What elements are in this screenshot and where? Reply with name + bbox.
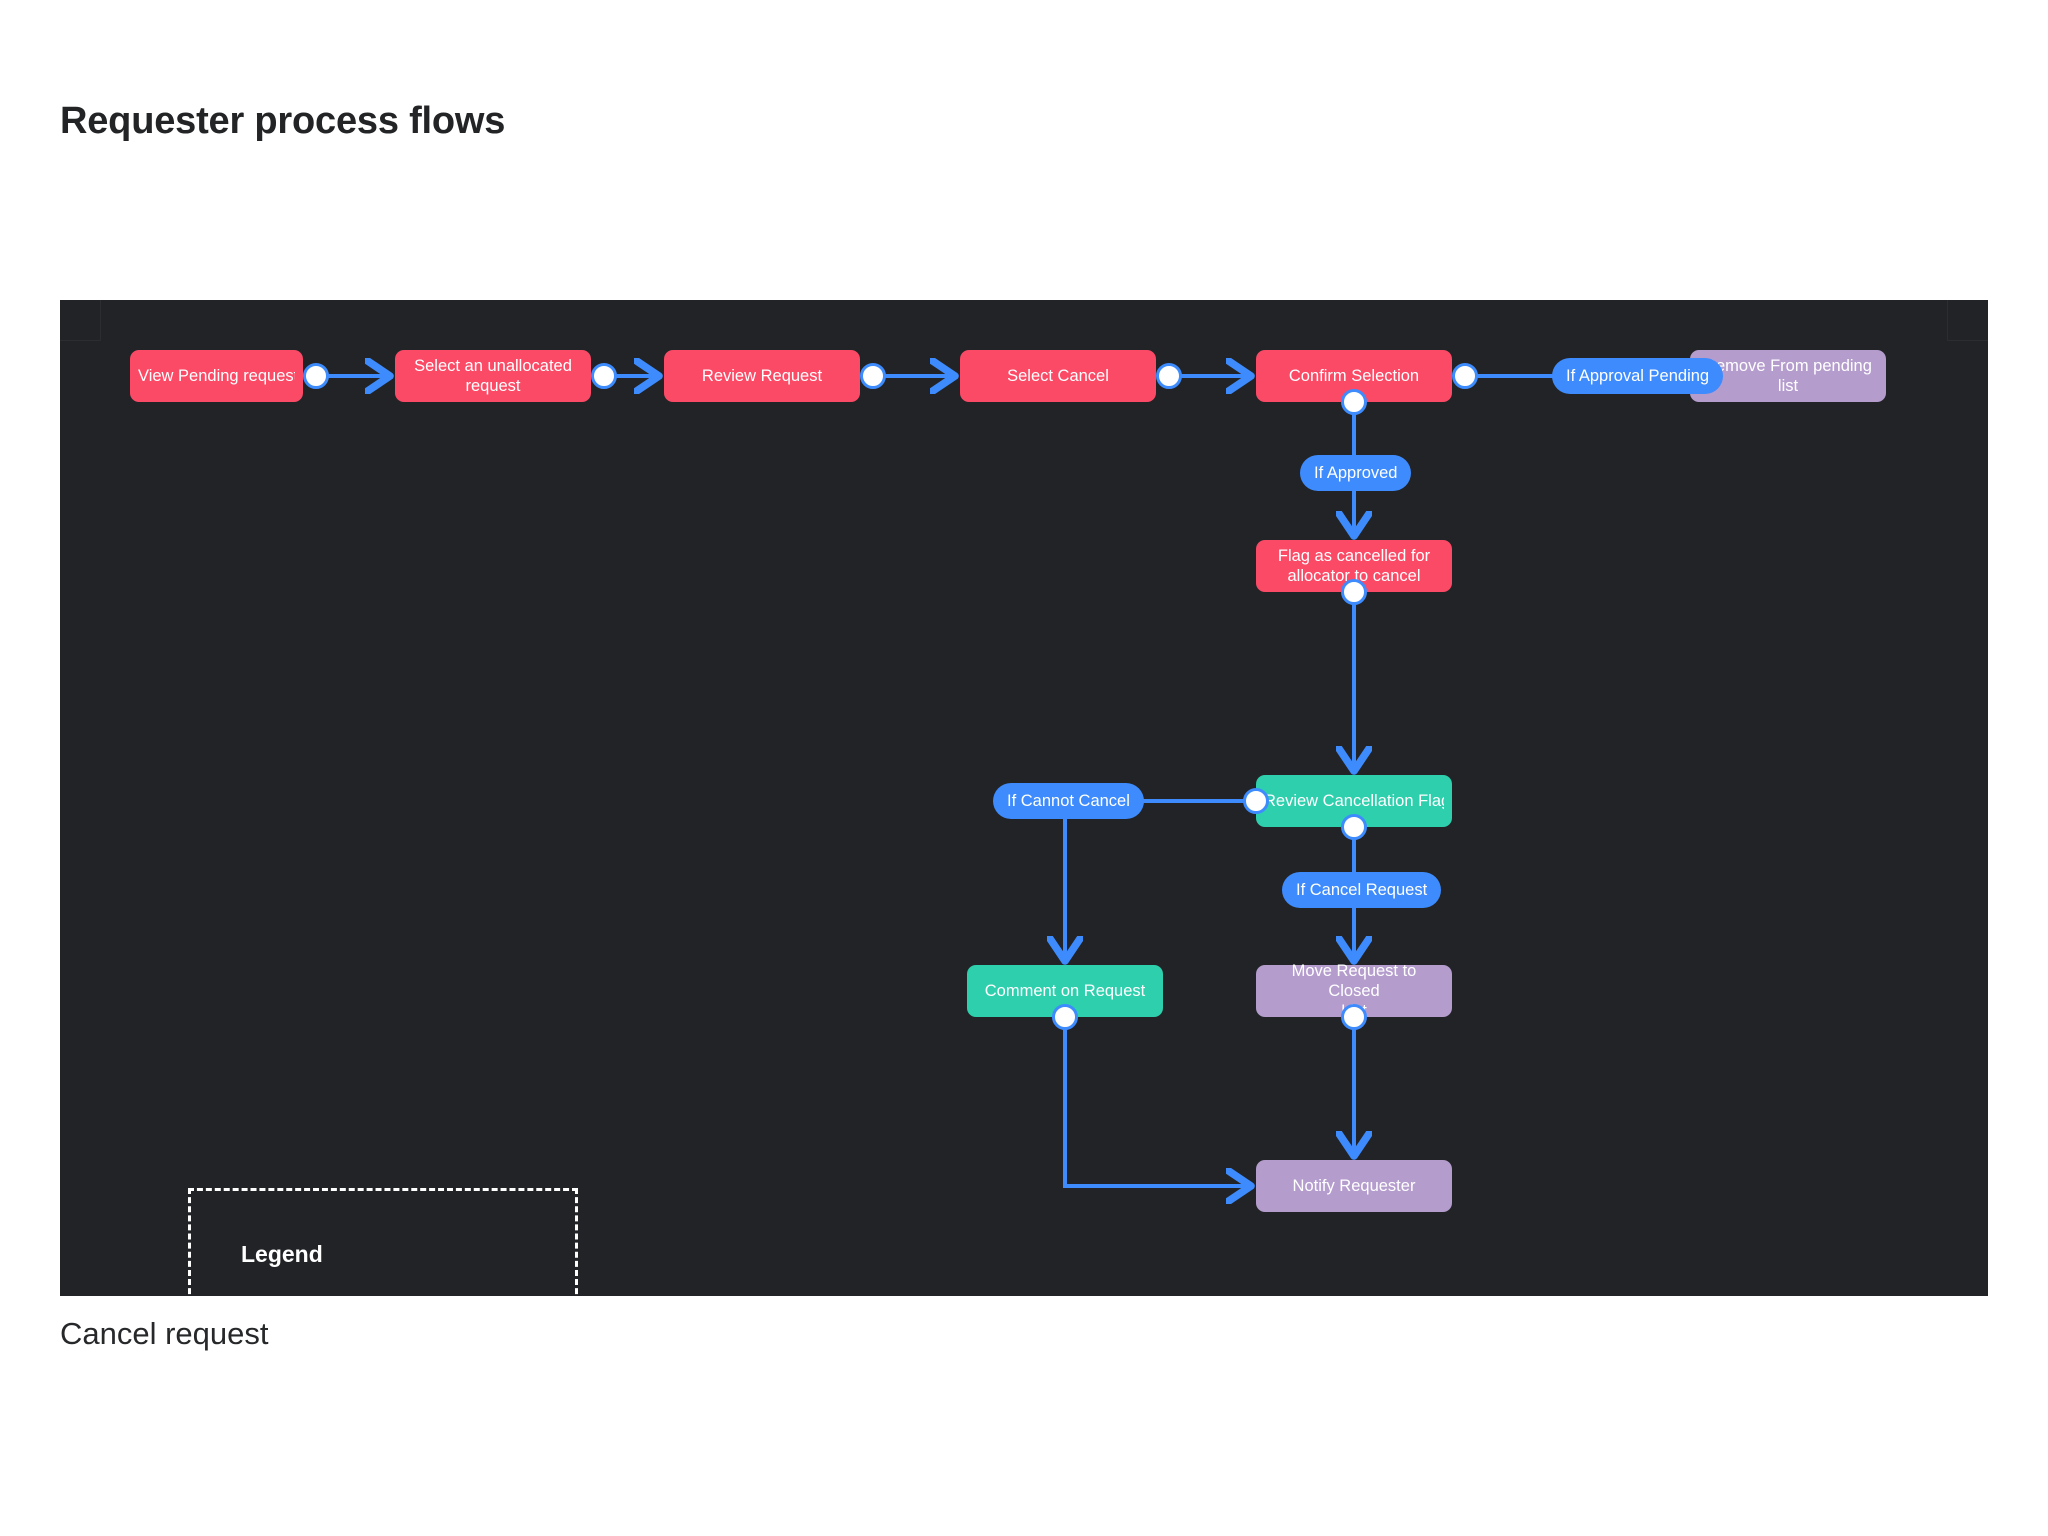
pill-label: If Approved (1314, 463, 1398, 482)
connector-handle-move-closed-bottom[interactable] (1341, 1004, 1367, 1030)
node-select-cancel[interactable]: Select Cancel (960, 350, 1156, 402)
node-label: Notify Requester (1292, 1176, 1416, 1195)
node-label: Remove From pending list (1704, 356, 1872, 395)
edge-comment-to-notify (1063, 1023, 1247, 1186)
node-view-pending-request-list[interactable]: View Pending request List (130, 350, 303, 402)
pill-if-cancel-request[interactable]: If Cancel Request (1282, 872, 1442, 908)
legend-item-requester: Requester step (241, 1289, 561, 1296)
node-notify-requester[interactable]: Notify Requester (1256, 1160, 1452, 1212)
connector-handle-review-flag-left[interactable] (1243, 788, 1269, 814)
connector-handle-confirm-selection-bottom[interactable] (1341, 389, 1367, 415)
legend-title: Legend (241, 1241, 323, 1267)
page-title: Requester process flows (60, 100, 506, 142)
diagram-canvas: View Pending request List Select an unal… (60, 300, 1988, 1296)
legend: Legend Requester step Approver step Allo… (188, 1188, 578, 1296)
connector-handle-review-flag-bottom[interactable] (1341, 814, 1367, 840)
pill-label: If Cannot Cancel (1007, 791, 1130, 810)
node-label: Review Cancellation Flag (1264, 791, 1444, 810)
node-label: Select an unallocated request (414, 356, 572, 395)
pill-if-cannot-cancel[interactable]: If Cannot Cancel (993, 783, 1144, 819)
connector-handle-flag-cancelled-bottom[interactable] (1341, 579, 1367, 605)
connector-handle-view-pending-right[interactable] (303, 363, 329, 389)
node-select-an-unallocated-request[interactable]: Select an unallocated request (395, 350, 591, 402)
connector-handle-confirm-selection-right[interactable] (1452, 363, 1478, 389)
pill-if-approval-pending[interactable]: If Approval Pending (1552, 358, 1724, 394)
node-label: Comment on Request (984, 981, 1146, 1000)
diagram-caption: Cancel request (60, 1316, 269, 1351)
node-label: Select Cancel (1007, 366, 1109, 385)
connector-handle-comment-on-request-bottom[interactable] (1052, 1004, 1078, 1030)
connector-handle-review-request-right[interactable] (860, 363, 886, 389)
pill-if-approved[interactable]: If Approved (1300, 455, 1412, 491)
connector-handle-select-cancel-right[interactable] (1156, 363, 1182, 389)
node-review-request[interactable]: Review Request (664, 350, 860, 402)
legend-rows: Requester step Approver step Allocator s… (241, 1289, 561, 1296)
connector-handle-select-unallocated-right[interactable] (591, 363, 617, 389)
node-label: Confirm Selection (1288, 366, 1420, 385)
pill-label: If Approval Pending (1566, 366, 1710, 385)
node-label: View Pending request List (138, 366, 295, 385)
node-label: Review Request (701, 366, 823, 385)
pill-label: If Cancel Request (1296, 880, 1428, 899)
